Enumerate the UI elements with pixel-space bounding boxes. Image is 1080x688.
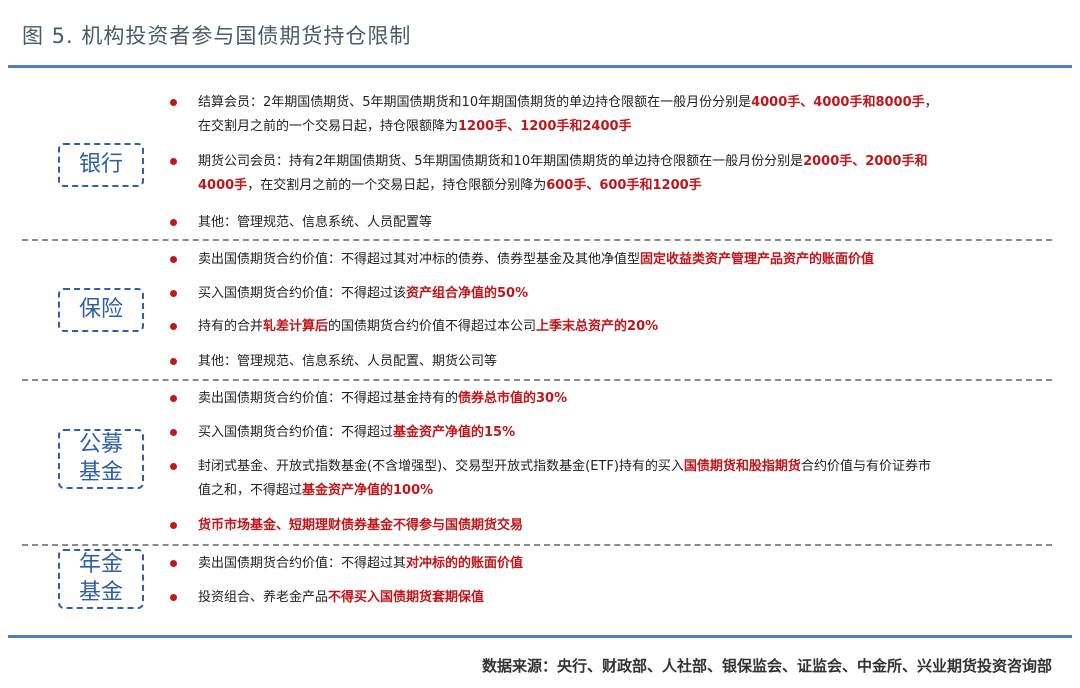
top-divider [8, 65, 1072, 68]
item-text: 买入国债期货合约价值：不得超过 [198, 425, 394, 440]
item-highlight: 2000手、2000手和 [803, 154, 928, 169]
bullet-icon [170, 158, 177, 165]
section-divider [22, 544, 1052, 546]
item-highlight: 国债期货和股指期货 [683, 459, 801, 474]
section-divider [22, 239, 1052, 241]
item-text: 卖出国债期货合约价值：不得超过基金持有的 [198, 391, 459, 406]
item-highlight: 对冲标的的账面价值 [406, 556, 524, 571]
bullet-icon [170, 429, 177, 436]
item-highlight: 货币市场基金、短期理财债券基金不得参与国债期货交易 [198, 518, 524, 533]
item-text: 买入国债期货合约价值：不得超过该 [198, 286, 407, 301]
item-highlight: 上季末总资产的20% [536, 319, 659, 334]
item-highlight: 资产组合净值的50% [406, 286, 529, 301]
item-text: 卖出国债期货合约价值：不得超过其对冲标的债券、债券型基金及其他净值型 [198, 252, 641, 267]
bullet-icon [170, 256, 177, 263]
fund-item-3: 封闭式基金、开放式指数基金(不含增强型)、交易型开放式指数基金(ETF)持有的买… [170, 455, 1036, 503]
item-text: 期货公司会员：持有2年期国债期货、5年期国债期货和10年期国债期货的单边持仓限额… [198, 154, 804, 169]
item-text: 持有的合并 [198, 319, 264, 334]
bullet-icon [170, 99, 177, 106]
item-highlight: 固定收益类资产管理产品资产的账面价值 [640, 252, 875, 267]
category-insurance: 保险 [58, 288, 144, 332]
item-text: 投资组合、养老金产品 [198, 590, 329, 605]
bank-item-1: 结算会员：2年期国债期货、5年期国债期货和10年期国债期货的单边持仓限额在一般月… [170, 91, 1036, 139]
category-pension-fund: 年金 基金 [58, 549, 144, 609]
item-highlight: 不得买入国债期货套期保值 [328, 590, 485, 605]
pension-item-2: 投资组合、养老金产品不得买入国债期货套期保值 [170, 586, 1036, 610]
insurance-item-3: 持有的合并轧差计算后的国债期货合约价值不得超过本公司上季末总资产的20% [170, 315, 1036, 339]
item-text: 结算会员：2年期国债期货、5年期国债期货和10年期国债期货的单边持仓限额在一般月… [198, 95, 752, 110]
item-text: 合约价值与有价证券市 [800, 459, 931, 474]
item-text: 其他：管理规范、信息系统、人员配置等 [198, 215, 433, 230]
item-highlight: 基金资产净值的100% [302, 483, 434, 498]
bullet-icon [170, 358, 177, 365]
item-text: ， [924, 95, 938, 110]
category-bank: 银行 [58, 143, 144, 187]
insurance-item-4: 其他：管理规范、信息系统、人员配置、期货公司等 [170, 350, 1036, 374]
page-title: 图 5. 机构投资者参与国债期货持仓限制 [22, 24, 412, 48]
fund-item-1: 卖出国债期货合约价值：不得超过基金持有的债券总市值的30% [170, 387, 1036, 411]
bullet-icon [170, 219, 177, 226]
item-highlight: 4000手 [198, 178, 248, 193]
insurance-item-2: 买入国债期货合约价值：不得超过该资产组合净值的50% [170, 282, 1036, 306]
item-text: 的国债期货合约价值不得超过本公司 [328, 319, 537, 334]
item-text: 值之和，不得超过 [198, 483, 303, 498]
item-text: 卖出国债期货合约价值：不得超过其 [198, 556, 407, 571]
item-text: 封闭式基金、开放式指数基金(不含增强型)、交易型开放式指数基金(ETF)持有的买… [198, 459, 684, 474]
item-highlight: 4000手、4000手和8000手 [751, 95, 925, 110]
category-pension-label-2: 基金 [78, 580, 123, 605]
bank-item-2: 期货公司会员：持有2年期国债期货、5年期国债期货和10年期国债期货的单边持仓限额… [170, 150, 1036, 198]
section-divider [22, 379, 1052, 381]
item-text: 在交割月之前的一个交易日起，持仓限额降为 [198, 119, 459, 134]
category-insurance-label: 保险 [78, 297, 123, 322]
item-highlight: 1200手、1200手和2400手 [458, 119, 632, 134]
item-text: ，在交割月之前的一个交易日起，持仓限额分别降为 [247, 178, 547, 193]
item-text: 其他：管理规范、信息系统、人员配置、期货公司等 [198, 354, 498, 369]
bullet-icon [170, 463, 177, 470]
item-highlight: 债券总市值的30% [458, 391, 568, 406]
category-fund-label-2: 基金 [78, 460, 123, 485]
fund-item-4: 货币市场基金、短期理财债券基金不得参与国债期货交易 [170, 514, 1036, 538]
bank-item-3: 其他：管理规范、信息系统、人员配置等 [170, 211, 1036, 235]
bottom-divider [8, 635, 1072, 638]
bullet-icon [170, 290, 177, 297]
item-highlight: 600手、600手和1200手 [546, 178, 702, 193]
item-highlight: 轧差计算后 [263, 319, 329, 334]
bullet-icon [170, 560, 177, 567]
pension-item-1: 卖出国债期货合约价值：不得超过其对冲标的的账面价值 [170, 552, 1036, 576]
insurance-item-1: 卖出国债期货合约价值：不得超过其对冲标的债券、债券型基金及其他净值型固定收益类资… [170, 248, 1036, 272]
fund-item-2: 买入国债期货合约价值：不得超过基金资产净值的15% [170, 421, 1036, 445]
category-bank-label: 银行 [78, 152, 123, 177]
data-source: 数据来源：央行、财政部、人社部、银保监会、证监会、中金所、兴业期货投资咨询部 [481, 657, 1052, 675]
category-public-fund: 公募 基金 [58, 429, 144, 489]
bullet-icon [170, 395, 177, 402]
item-highlight: 基金资产净值的15% [393, 425, 516, 440]
bullet-icon [170, 594, 177, 601]
bullet-icon [170, 522, 177, 529]
bullet-icon [170, 323, 177, 330]
category-pension-label-1: 年金 [78, 552, 123, 577]
category-fund-label-1: 公募 [78, 432, 123, 457]
